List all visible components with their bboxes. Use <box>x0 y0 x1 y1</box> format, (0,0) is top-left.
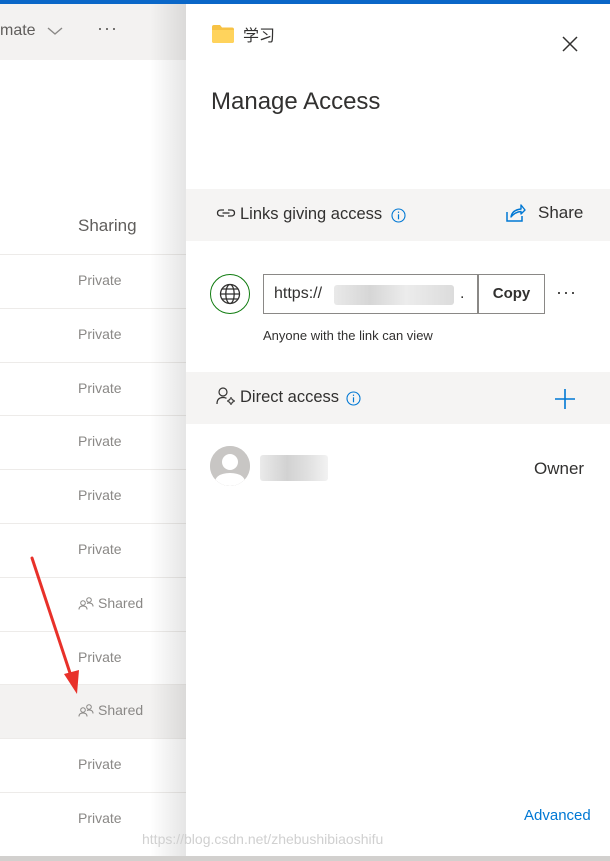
sharing-status-label: Private <box>78 540 122 557</box>
owner-role-label: Owner <box>534 459 585 478</box>
shared-people-icon <box>78 596 94 610</box>
sharing-status-private: Private <box>78 433 122 449</box>
sharing-column-header[interactable]: Sharing <box>78 216 137 236</box>
sharing-status-private: Private <box>78 326 122 342</box>
sharing-status-label: Private <box>78 325 122 342</box>
sharing-status-label: Private <box>78 487 122 504</box>
info-icon[interactable] <box>391 208 406 223</box>
redacted-user-name <box>260 455 328 481</box>
globe-icon <box>210 274 250 314</box>
folder-breadcrumb: 学习 <box>211 22 275 46</box>
links-section-label: Links giving access <box>240 205 383 223</box>
sharing-status-label: Private <box>78 379 122 396</box>
folder-name: 学习 <box>243 26 276 45</box>
manage-access-panel: 学习 Manage Access Links giving access Sha… <box>186 4 610 856</box>
avatar-icon <box>210 446 250 486</box>
direct-access-section-header: Direct access <box>186 372 610 424</box>
sharing-status-label: Private <box>78 809 122 826</box>
copy-link-button[interactable]: Copy <box>478 274 545 314</box>
chevron-down-icon[interactable] <box>46 24 64 38</box>
add-icon[interactable] <box>552 386 578 412</box>
panel-shadow <box>150 0 186 861</box>
sharing-status-shared: Shared <box>78 595 143 611</box>
advanced-link[interactable]: Advanced <box>524 807 591 824</box>
share-link-url-tail: . <box>460 285 465 302</box>
redacted-url <box>334 285 454 305</box>
link-more-options-button[interactable]: ··· <box>556 282 577 303</box>
links-section-header: Links giving access Share <box>186 189 610 241</box>
share-label: Share <box>538 203 584 222</box>
sharing-status-private: Private <box>78 272 122 288</box>
watermark: https://blog.csdn.net/zhebushibiaoshifu <box>142 831 384 847</box>
sharing-status-label: Private <box>78 648 122 665</box>
toolbar-more-button[interactable]: ··· <box>97 18 118 39</box>
sharing-status-label: Private <box>78 272 122 288</box>
panel-title: Manage Access <box>211 88 381 115</box>
sharing-status-shared: Shared <box>78 702 143 718</box>
sharing-status-label: Private <box>78 756 122 773</box>
sharing-status-label: Shared <box>98 702 144 719</box>
close-icon[interactable] <box>560 34 580 54</box>
shared-people-icon <box>78 704 94 717</box>
sharing-status-private: Private <box>78 810 122 826</box>
share-button[interactable]: Share <box>504 203 583 223</box>
sharing-status-private: Private <box>78 756 122 772</box>
folder-icon <box>212 25 234 43</box>
info-icon[interactable] <box>346 391 361 406</box>
bottom-scroll-edge <box>0 856 610 861</box>
link-permission-caption: Anyone with the link can view <box>263 328 433 343</box>
sharing-status-label: Private <box>78 433 122 450</box>
format-dropdown-label[interactable]: mate <box>0 22 36 40</box>
sharing-status-private: Private <box>78 541 122 557</box>
direct-access-label: Direct access <box>240 388 340 406</box>
share-link-field[interactable]: https:// . <box>263 274 478 314</box>
sharing-status-private: Private <box>78 487 122 503</box>
link-icon <box>216 209 236 217</box>
sharing-status-label: Shared <box>98 594 144 611</box>
share-icon <box>506 204 526 222</box>
top-accent-bar <box>0 0 610 4</box>
person-settings-icon <box>216 387 235 405</box>
share-link-url: https:// <box>274 285 323 302</box>
sharing-status-private: Private <box>78 649 122 665</box>
sharing-status-private: Private <box>78 380 122 396</box>
